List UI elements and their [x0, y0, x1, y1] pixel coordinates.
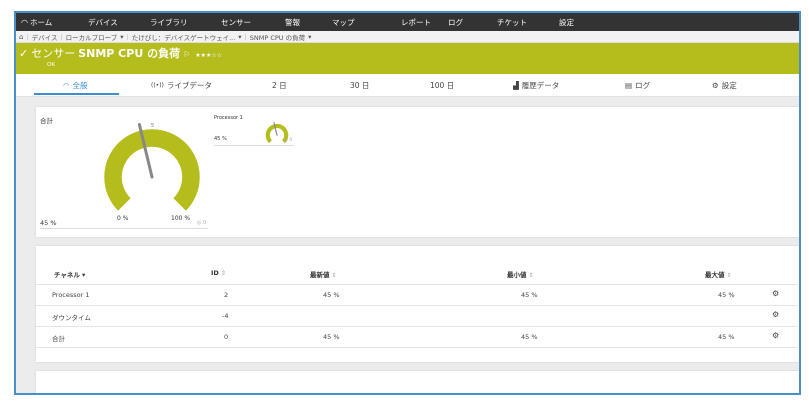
column-header-id[interactable]: ID ⇕: [211, 269, 226, 277]
nav-home[interactable]: ◠ ホーム: [21, 17, 52, 28]
cell-min-value: 45 %: [521, 291, 538, 299]
gauges-panel: 合計 5 0 % 100 % 45 % ◎ 0 Processor 1 45 %…: [36, 107, 799, 237]
tab-overview[interactable]: ◠ 全般: [63, 80, 88, 91]
mini-gauge-icon[interactable]: ◎ 0: [197, 220, 206, 226]
gauge-tick-label: 5: [151, 123, 154, 129]
breadcrumb-separator: |: [126, 32, 129, 41]
nav-maps[interactable]: マップ: [332, 17, 355, 28]
breadcrumb-sensor[interactable]: SNMP CPU の負荷 ▾: [250, 32, 312, 42]
caret-down-icon: ▾: [120, 32, 124, 41]
nav-sensors[interactable]: センサー: [221, 17, 251, 28]
column-header-max-value[interactable]: 最大値 ⇕: [705, 269, 732, 279]
breadcrumb-device[interactable]: たけびし：デバイスゲートウェイ... ▾: [132, 32, 242, 42]
gauge-title: 合計: [40, 117, 53, 125]
live-signal-icon: ((•)): [151, 82, 164, 89]
gauge-icon: ◠: [63, 81, 70, 90]
cell-max-value: 45 %: [718, 291, 735, 299]
column-header-min-value[interactable]: 最小値 ⇕: [507, 269, 534, 279]
nav-devices[interactable]: デバイス: [88, 17, 118, 28]
nav-setup[interactable]: 設定: [559, 17, 574, 28]
divider: [40, 228, 208, 229]
breadcrumb-separator: |: [60, 32, 63, 41]
cell-min-value: 45 %: [521, 333, 538, 341]
gauge-value: 45 %: [40, 219, 57, 227]
sensor-header: ✓ センサー SNMP CPU の負荷 ⚐ ★★★☆☆ OK: [16, 43, 799, 74]
top-navigation: ◠ ホーム デバイス ライブラリ センサー 警報 マップ レポート ログ チケッ…: [16, 13, 799, 31]
breadcrumb-local-probe[interactable]: ローカルプローブ ▾: [66, 32, 124, 42]
cell-last-value: 45 %: [323, 291, 340, 299]
table-bottom-border: [36, 347, 798, 348]
chart-icon: ▟: [513, 81, 519, 90]
cell-id: -4: [222, 312, 229, 320]
cell-id: 2: [224, 291, 229, 299]
sort-icon: ⇕: [331, 272, 337, 279]
tab-30-days[interactable]: 30 日: [350, 80, 369, 91]
list-icon: ▤: [625, 81, 633, 90]
gauge-value: 45 %: [214, 136, 227, 142]
flag-icon[interactable]: ⚐: [183, 50, 190, 59]
table-row[interactable]: ダウンタイム -4 ⚙: [36, 305, 798, 326]
tab-historic-data[interactable]: ▟ 履歴データ: [513, 80, 559, 91]
breadcrumb: ⌂ | デバイス | ローカルプローブ ▾ | たけびし：デバイスゲートウェイ..…: [16, 31, 799, 43]
breadcrumb-separator: |: [26, 32, 29, 41]
cell-id: 0: [224, 333, 229, 341]
caret-down-icon: ▾: [238, 32, 242, 41]
tab-bar: ◠ 全般 ((•)) ライブデータ 2 日 30 日 100 日 ▟ 履歴データ…: [16, 74, 799, 97]
gear-icon: ⚙: [712, 81, 719, 90]
divider: [214, 145, 294, 146]
check-icon: ✓: [19, 47, 29, 60]
sensor-status: OK: [47, 62, 55, 68]
table-header: チャネル ▾ ID ⇕ 最新値 ⇕ 最小値 ⇕ 最大値 ⇕: [36, 269, 798, 283]
gauge-max-label: 100 %: [171, 215, 191, 222]
sensor-prefix: センサー: [31, 47, 76, 60]
tab-active-underline: [34, 93, 119, 95]
nav-tickets[interactable]: チケット: [497, 17, 527, 28]
column-header-last-value[interactable]: 最新値 ⇕: [310, 269, 337, 279]
home-icon: ◠: [21, 17, 28, 27]
sensor-name: SNMP CPU の負荷: [78, 47, 181, 60]
app-window: ◠ ホーム デバイス ライブラリ センサー 警報 マップ レポート ログ チケッ…: [14, 11, 801, 395]
tab-live-data[interactable]: ((•)) ライブデータ: [151, 80, 212, 91]
nav-reports[interactable]: レポート: [401, 17, 431, 28]
breadcrumb-separator: |: [244, 32, 247, 41]
table-row[interactable]: Processor 1 2 45 % 45 % 45 % ⚙: [36, 284, 798, 305]
column-header-channel[interactable]: チャネル ▾: [54, 269, 85, 279]
breadcrumb-devices[interactable]: デバイス: [32, 32, 58, 42]
cell-channel[interactable]: Processor 1: [52, 291, 90, 299]
cell-last-value: 45 %: [323, 333, 340, 341]
home-icon[interactable]: ⌂: [19, 33, 23, 41]
tab-100-days[interactable]: 100 日: [430, 80, 454, 91]
next-panel: [36, 371, 799, 393]
cell-channel[interactable]: 合計: [52, 333, 65, 343]
nav-logs[interactable]: ログ: [448, 17, 463, 28]
channels-panel: チャネル ▾ ID ⇕ 最新値 ⇕ 最小値 ⇕ 最大値 ⇕ Processor 1 2 4…: [36, 246, 799, 362]
channel-settings-icon[interactable]: ⚙: [772, 310, 779, 319]
mini-gauge-icon[interactable]: ◎ 0: [284, 138, 292, 143]
sort-icon: ⇕: [726, 272, 732, 279]
sort-desc-icon: ▾: [81, 271, 86, 279]
caret-down-icon: ▾: [308, 32, 312, 41]
priority-stars[interactable]: ★★★☆☆: [195, 52, 222, 59]
processor1-gauge-dial: [265, 122, 289, 144]
tab-2-days[interactable]: 2 日: [272, 80, 287, 91]
tab-log[interactable]: ▤ ログ: [625, 80, 650, 91]
channel-settings-icon[interactable]: ⚙: [772, 331, 779, 340]
cell-max-value: 45 %: [718, 333, 735, 341]
gauge-title: Processor 1: [214, 115, 243, 121]
nav-alarms[interactable]: 警報: [285, 17, 300, 28]
tab-settings[interactable]: ⚙ 設定: [712, 80, 737, 91]
total-gauge: 合計 5 0 % 100 % 45 % ◎ 0: [36, 107, 212, 237]
gauge-arc: [103, 128, 201, 212]
total-gauge-dial: 5: [103, 122, 201, 212]
table-row[interactable]: 合計 0 45 % 45 % 45 % ⚙: [36, 326, 798, 347]
sort-icon: ⇕: [220, 270, 226, 277]
channel-settings-icon[interactable]: ⚙: [772, 289, 779, 298]
processor1-gauge: Processor 1 45 % ◎ 0: [214, 107, 294, 152]
nav-library[interactable]: ライブラリ: [150, 17, 188, 28]
gauge-min-label: 0 %: [117, 215, 129, 222]
cell-channel[interactable]: ダウンタイム: [52, 312, 91, 322]
sort-icon: ⇕: [528, 272, 534, 279]
